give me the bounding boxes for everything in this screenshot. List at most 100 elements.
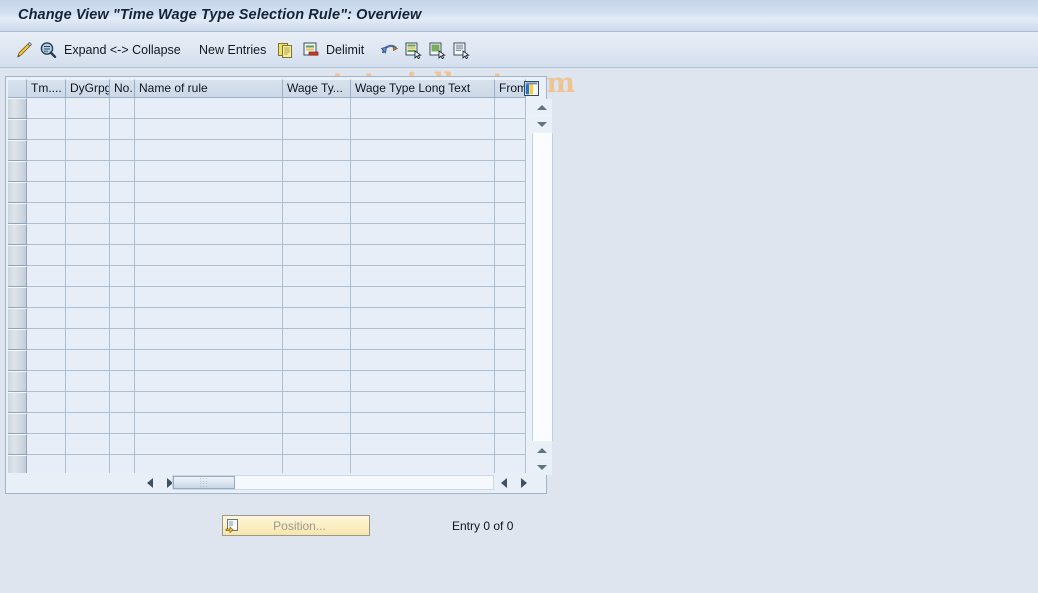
table-cell-wage_type_long_text[interactable]: [351, 329, 495, 350]
table-cell-name_of_rule[interactable]: [135, 119, 283, 140]
horizontal-scroll-thumb[interactable]: ::::::: [173, 476, 235, 489]
table-cell-from[interactable]: [495, 434, 526, 455]
table-cell-no[interactable]: [110, 140, 135, 161]
deselect-all-button[interactable]: [452, 32, 470, 68]
row-selector-button[interactable]: [8, 161, 27, 182]
column-header-no[interactable]: No.: [110, 79, 135, 98]
row-selector-button[interactable]: [8, 224, 27, 245]
table-cell-tm[interactable]: [27, 161, 66, 182]
scroll-page-up-button[interactable]: [531, 116, 552, 132]
table-cell-name_of_rule[interactable]: [135, 266, 283, 287]
horizontal-scroll-track[interactable]: ::::::: [172, 475, 494, 490]
table-cell-tm[interactable]: [27, 392, 66, 413]
table-cell-wage_type_long_text[interactable]: [351, 203, 495, 224]
table-cell-wage_type_long_text[interactable]: [351, 308, 495, 329]
table-cell-tm[interactable]: [27, 140, 66, 161]
vertical-scrollbar[interactable]: [531, 99, 553, 475]
table-cell-from[interactable]: [495, 98, 526, 119]
row-selector-button[interactable]: [8, 350, 27, 371]
table-cell-tm[interactable]: [27, 224, 66, 245]
table-cell-no[interactable]: [110, 266, 135, 287]
table-cell-dygrpg[interactable]: [66, 119, 110, 140]
expand-collapse-button[interactable]: Expand <-> Collapse: [64, 32, 181, 68]
scroll-far-left-button[interactable]: [497, 476, 511, 490]
row-selector-button[interactable]: [8, 434, 27, 455]
table-cell-from[interactable]: [495, 182, 526, 203]
table-cell-tm[interactable]: [27, 98, 66, 119]
table-row[interactable]: [8, 266, 526, 287]
table-cell-dygrpg[interactable]: [66, 371, 110, 392]
table-cell-tm[interactable]: [27, 245, 66, 266]
table-cell-no[interactable]: [110, 350, 135, 371]
table-cell-wage_ty[interactable]: [283, 329, 351, 350]
table-row[interactable]: [8, 392, 526, 413]
table-cell-wage_ty[interactable]: [283, 140, 351, 161]
horizontal-scrollbar[interactable]: ::::::: [8, 473, 544, 492]
table-cell-wage_ty[interactable]: [283, 308, 351, 329]
table-cell-wage_ty[interactable]: [283, 161, 351, 182]
scroll-page-down-button[interactable]: [531, 442, 552, 458]
table-row[interactable]: [8, 287, 526, 308]
table-cell-wage_ty[interactable]: [283, 350, 351, 371]
table-cell-wage_ty[interactable]: [283, 98, 351, 119]
table-cell-dygrpg[interactable]: [66, 161, 110, 182]
table-row[interactable]: [8, 203, 526, 224]
column-header-from[interactable]: From: [495, 79, 539, 98]
column-header-wage_ty[interactable]: Wage Ty...: [283, 79, 351, 98]
table-cell-wage_type_long_text[interactable]: [351, 287, 495, 308]
table-cell-dygrpg[interactable]: [66, 413, 110, 434]
undo-button[interactable]: [380, 32, 399, 68]
table-cell-wage_type_long_text[interactable]: [351, 392, 495, 413]
table-row[interactable]: [8, 140, 526, 161]
table-cell-wage_type_long_text[interactable]: [351, 434, 495, 455]
row-selector-button[interactable]: [8, 182, 27, 203]
table-cell-from[interactable]: [495, 161, 526, 182]
table-row[interactable]: [8, 413, 526, 434]
table-cell-wage_ty[interactable]: [283, 245, 351, 266]
column-header-tm[interactable]: Tm....: [27, 79, 66, 98]
new-entries-button[interactable]: New Entries: [199, 32, 266, 68]
column-header-selector[interactable]: [8, 79, 27, 98]
row-selector-button[interactable]: [8, 329, 27, 350]
row-selector-button[interactable]: [8, 140, 27, 161]
row-selector-button[interactable]: [8, 392, 27, 413]
table-cell-wage_type_long_text[interactable]: [351, 266, 495, 287]
table-row[interactable]: [8, 245, 526, 266]
table-cell-name_of_rule[interactable]: [135, 182, 283, 203]
table-cell-wage_ty[interactable]: [283, 203, 351, 224]
position-button[interactable]: Position...: [222, 515, 370, 536]
table-settings-icon[interactable]: [524, 81, 539, 96]
table-cell-dygrpg[interactable]: [66, 266, 110, 287]
table-cell-wage_type_long_text[interactable]: [351, 161, 495, 182]
table-cell-dygrpg[interactable]: [66, 350, 110, 371]
table-cell-dygrpg[interactable]: [66, 98, 110, 119]
table-cell-name_of_rule[interactable]: [135, 140, 283, 161]
table-cell-no[interactable]: [110, 203, 135, 224]
table-cell-wage_ty[interactable]: [283, 266, 351, 287]
row-selector-button[interactable]: [8, 287, 27, 308]
table-cell-wage_ty[interactable]: [283, 182, 351, 203]
table-cell-from[interactable]: [495, 224, 526, 245]
table-cell-from[interactable]: [495, 203, 526, 224]
table-cell-from[interactable]: [495, 266, 526, 287]
scroll-left-button[interactable]: [143, 476, 157, 490]
table-cell-no[interactable]: [110, 329, 135, 350]
table-cell-no[interactable]: [110, 98, 135, 119]
table-row[interactable]: [8, 434, 526, 455]
table-cell-from[interactable]: [495, 119, 526, 140]
row-selector-button[interactable]: [8, 245, 27, 266]
table-cell-tm[interactable]: [27, 203, 66, 224]
table-cell-name_of_rule[interactable]: [135, 308, 283, 329]
table-cell-no[interactable]: [110, 287, 135, 308]
row-selector-button[interactable]: [8, 98, 27, 119]
scroll-far-right-button[interactable]: [517, 476, 531, 490]
table-cell-wage_ty[interactable]: [283, 224, 351, 245]
select-all-button[interactable]: [428, 32, 446, 68]
table-cell-name_of_rule[interactable]: [135, 203, 283, 224]
row-selector-button[interactable]: [8, 413, 27, 434]
table-cell-dygrpg[interactable]: [66, 434, 110, 455]
table-cell-wage_type_long_text[interactable]: [351, 224, 495, 245]
table-cell-from[interactable]: [495, 140, 526, 161]
table-cell-wage_type_long_text[interactable]: [351, 413, 495, 434]
table-cell-name_of_rule[interactable]: [135, 350, 283, 371]
